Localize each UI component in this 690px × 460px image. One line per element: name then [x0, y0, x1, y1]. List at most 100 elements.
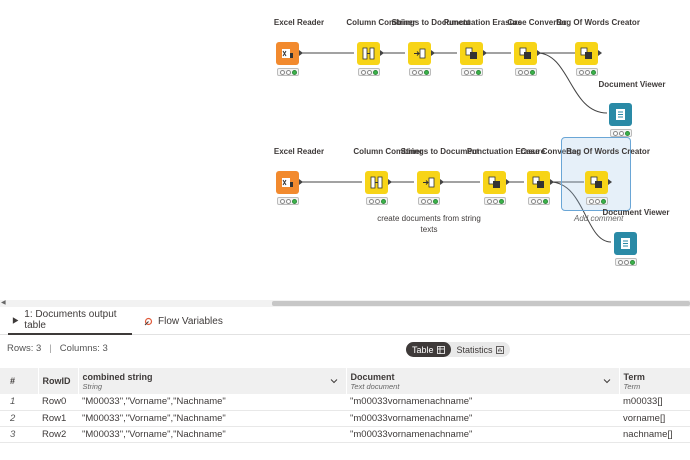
- row-id: Row2: [42, 428, 67, 440]
- table-row[interactable]: 1 Row0 "M00033","Vorname","Nachname" "m0…: [0, 394, 690, 410]
- document-viewer-node[interactable]: [609, 103, 632, 126]
- node-title-document-viewer: Document Viewer: [602, 208, 670, 217]
- tab-documents-output-table[interactable]: 1: Documents output table: [8, 307, 132, 335]
- column-header-combined-string[interactable]: combined string String: [78, 368, 347, 394]
- chevron-down-icon[interactable]: [330, 377, 338, 385]
- node-title-bag-of-words-creator: Bag Of Words Creator: [566, 147, 650, 156]
- cell-document[interactable]: "m00033vornamenachname": [346, 410, 619, 426]
- case-converter-node[interactable]: [527, 171, 550, 194]
- output-port[interactable]: [388, 179, 392, 185]
- excel-reader-node[interactable]: [276, 42, 299, 65]
- node-annotation[interactable]: create documents from string texts: [374, 213, 484, 235]
- output-port[interactable]: [440, 179, 444, 185]
- case-converter-node[interactable]: [514, 42, 537, 65]
- text-processing-icon: [532, 176, 544, 188]
- column-combiner-node[interactable]: [357, 42, 380, 65]
- table-view-label: Table: [412, 344, 434, 355]
- text-processing-icon: [488, 176, 500, 188]
- bag-of-words-creator-node[interactable]: [585, 171, 608, 194]
- strings-to-document-node[interactable]: [417, 171, 440, 194]
- scrollbar-thumb[interactable]: [272, 301, 690, 306]
- document-viewer-node[interactable]: [614, 232, 637, 255]
- column-header-rowid[interactable]: RowID: [38, 368, 79, 394]
- output-port[interactable]: [483, 50, 487, 56]
- excel-reader-node[interactable]: [276, 171, 299, 194]
- output-port[interactable]: [299, 179, 303, 185]
- tab-flow-variables[interactable]: Flow Variables: [144, 307, 223, 335]
- output-port[interactable]: [506, 179, 510, 185]
- document-view-icon: [616, 109, 625, 120]
- node-status-indicator: [586, 197, 608, 205]
- output-port[interactable]: [431, 50, 435, 56]
- column-header-term[interactable]: Term Term: [619, 368, 690, 394]
- column-header-document[interactable]: Document Text document: [346, 368, 620, 394]
- punctuation-erasure-node[interactable]: [483, 171, 506, 194]
- statistics-view-button[interactable]: Statistics: [451, 342, 510, 357]
- node-status-indicator: [576, 68, 598, 76]
- statistics-icon: [495, 345, 504, 354]
- row-index: 1: [10, 396, 16, 408]
- node-status-indicator: [528, 197, 550, 205]
- table-info: Rows: 3 | Columns: 3: [7, 343, 108, 354]
- workflow-canvas[interactable]: Excel Reader Column Combiner Strings to …: [0, 0, 690, 300]
- table-icon: [436, 345, 445, 354]
- strings-to-document-node[interactable]: [408, 42, 431, 65]
- cell-combined-string[interactable]: "M00033","Vorname","Nachname": [78, 426, 346, 442]
- table-view-button[interactable]: Table: [406, 342, 451, 357]
- table-row[interactable]: 2 Row1 "M00033","Vorname","Nachname" "m0…: [0, 410, 690, 426]
- cell-term[interactable]: vorname[]: [619, 410, 690, 426]
- output-port[interactable]: [537, 50, 541, 56]
- text-processing-icon: [590, 176, 602, 188]
- cell-term[interactable]: nachname[]: [619, 426, 690, 442]
- cell-term[interactable]: m00033[]: [619, 394, 690, 410]
- row-index: 3: [10, 428, 16, 440]
- node-status-indicator: [277, 197, 299, 205]
- cell-combined-string[interactable]: "M00033","Vorname","Nachname": [78, 410, 346, 426]
- output-port[interactable]: [299, 50, 303, 56]
- document-view-icon: [621, 238, 630, 249]
- view-toggle: Table Statistics: [406, 342, 510, 357]
- tab-label: Flow Variables: [158, 315, 223, 327]
- data-table: # RowID combined string String Document …: [0, 368, 690, 443]
- text-processing-icon: [465, 47, 477, 59]
- node-status-indicator: [615, 258, 637, 266]
- node-status-indicator: [418, 197, 440, 205]
- row-id: Row0: [42, 396, 67, 408]
- node-status-indicator: [461, 68, 483, 76]
- document-arrow-icon: [423, 177, 435, 188]
- cell-combined-string[interactable]: "M00033","Vorname","Nachname": [78, 394, 346, 410]
- node-title-excel-reader: Excel Reader: [273, 147, 325, 156]
- column-combiner-node[interactable]: [365, 171, 388, 194]
- canvas-horizontal-scrollbar[interactable]: ◀: [0, 300, 690, 307]
- output-tabs: 1: Documents output table Flow Variables: [0, 307, 690, 335]
- text-processing-icon: [519, 47, 531, 59]
- output-port[interactable]: [608, 179, 612, 185]
- output-port[interactable]: [380, 50, 384, 56]
- output-port[interactable]: [550, 179, 554, 185]
- node-title-document-viewer: Document Viewer: [598, 80, 666, 89]
- node-status-indicator: [366, 197, 388, 205]
- column-header-index: #: [0, 368, 39, 394]
- column-count: Columns: 3: [59, 343, 108, 354]
- row-count: Rows: 3: [7, 343, 42, 354]
- node-title-bag-of-words-creator: Bag Of Words Creator: [556, 18, 640, 27]
- play-icon: [12, 316, 19, 324]
- punctuation-erasure-node[interactable]: [460, 42, 483, 65]
- cell-document[interactable]: "m00033vornamenachname": [346, 394, 619, 410]
- tab-label: 1: Documents output table: [24, 309, 117, 331]
- excel-table-icon: [282, 49, 293, 58]
- document-arrow-icon: [414, 48, 426, 59]
- info-separator: |: [49, 343, 52, 354]
- output-port[interactable]: [598, 50, 602, 56]
- text-processing-icon: [580, 47, 592, 59]
- node-status-indicator: [358, 68, 380, 76]
- statistics-view-label: Statistics: [456, 344, 493, 355]
- node-status-indicator: [610, 129, 632, 137]
- table-header-row: # RowID combined string String Document …: [0, 368, 690, 394]
- cell-document[interactable]: "m00033vornamenachname": [346, 426, 619, 442]
- chevron-down-icon[interactable]: [603, 377, 611, 385]
- table-row[interactable]: 3 Row2 "M00033","Vorname","Nachname" "m0…: [0, 426, 690, 442]
- scroll-left-icon[interactable]: ◀: [1, 300, 6, 307]
- bag-of-words-creator-node[interactable]: [575, 42, 598, 65]
- node-status-indicator: [277, 68, 299, 76]
